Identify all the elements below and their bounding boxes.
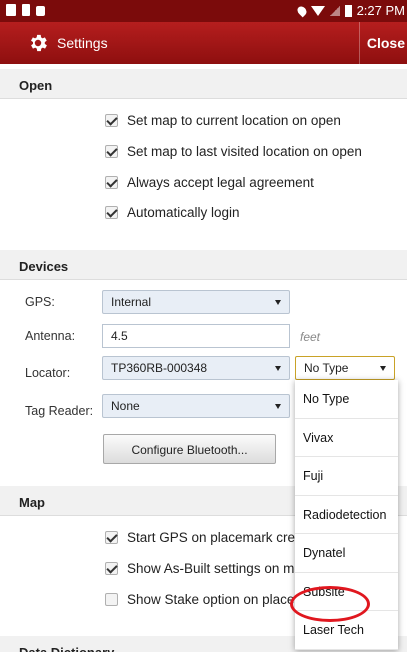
gps-select[interactable]: Internal	[102, 290, 290, 314]
tag-reader-label: Tag Reader:	[25, 404, 94, 418]
checkbox[interactable]	[105, 205, 118, 219]
map-option-as-built[interactable]: Show As-Built settings on move	[105, 558, 316, 578]
battery-icon	[344, 4, 352, 17]
locator-select[interactable]: TP360RB-000348	[102, 356, 290, 380]
option-label: Set map to current location on open	[127, 112, 341, 128]
open-option-last-location[interactable]: Set map to last visited location on open	[105, 141, 362, 161]
locator-value: TP360RB-000348	[111, 361, 208, 375]
chevron-down-icon	[275, 404, 281, 409]
gps-label: GPS:	[25, 295, 55, 309]
chevron-down-icon	[275, 300, 281, 305]
checkbox[interactable]	[105, 561, 118, 575]
locator-type-value: No Type	[304, 361, 349, 375]
app-bar: Settings Close	[0, 22, 407, 64]
open-option-current-location[interactable]: Set map to current location on open	[105, 110, 341, 130]
dropdown-item-vivax[interactable]: Vivax	[295, 419, 398, 457]
lock-icon	[36, 6, 45, 16]
dropdown-item-fuji[interactable]: Fuji	[295, 457, 398, 496]
section-open: Open	[0, 69, 407, 99]
antenna-label: Antenna:	[25, 329, 76, 343]
checkbox[interactable]	[105, 113, 118, 127]
locator-label: Locator:	[25, 366, 71, 380]
signal-icon	[329, 5, 340, 16]
notification-icon	[6, 4, 16, 16]
wifi-icon	[310, 5, 325, 16]
checkbox[interactable]	[105, 592, 118, 606]
tag-reader-value: None	[111, 399, 140, 413]
page-title: Settings	[57, 35, 108, 51]
antenna-unit: feet	[300, 330, 321, 344]
open-option-legal-agreement[interactable]: Always accept legal agreement	[105, 172, 314, 192]
gps-value: Internal	[111, 295, 152, 309]
tag-reader-select[interactable]: None	[102, 394, 290, 418]
app-bar-divider	[359, 22, 360, 64]
option-label: Automatically login	[127, 204, 240, 220]
option-label: Always accept legal agreement	[127, 174, 314, 190]
chevron-down-icon	[275, 366, 281, 371]
close-button[interactable]: Close	[367, 35, 405, 51]
dropdown-item-dynatel[interactable]: Dynatel	[295, 534, 398, 573]
dropdown-item-radiodetection[interactable]: Radiodetection	[295, 496, 398, 534]
option-label: Show As-Built settings on move	[127, 560, 317, 576]
status-bar: 2:27 PM	[0, 0, 407, 22]
chevron-down-icon	[380, 366, 386, 371]
checkbox[interactable]	[105, 144, 118, 158]
location-icon	[295, 4, 308, 17]
checkbox[interactable]	[105, 530, 118, 544]
phone-icon	[22, 4, 30, 16]
highlight-circle	[290, 586, 370, 622]
clock: 2:27 PM	[356, 3, 405, 18]
map-option-start-gps[interactable]: Start GPS on placemark creation	[105, 527, 324, 547]
configure-bluetooth-button[interactable]: Configure Bluetooth...	[103, 434, 276, 464]
option-label: Set map to last visited location on open	[127, 143, 362, 159]
locator-type-select[interactable]: No Type	[295, 356, 395, 380]
checkbox[interactable]	[105, 175, 118, 189]
gear-icon	[31, 34, 47, 52]
dropdown-item-no-type[interactable]: No Type	[295, 380, 398, 419]
antenna-input[interactable]: 4.5	[102, 324, 290, 348]
open-option-auto-login[interactable]: Automatically login	[105, 202, 240, 222]
section-devices: Devices	[0, 250, 407, 280]
